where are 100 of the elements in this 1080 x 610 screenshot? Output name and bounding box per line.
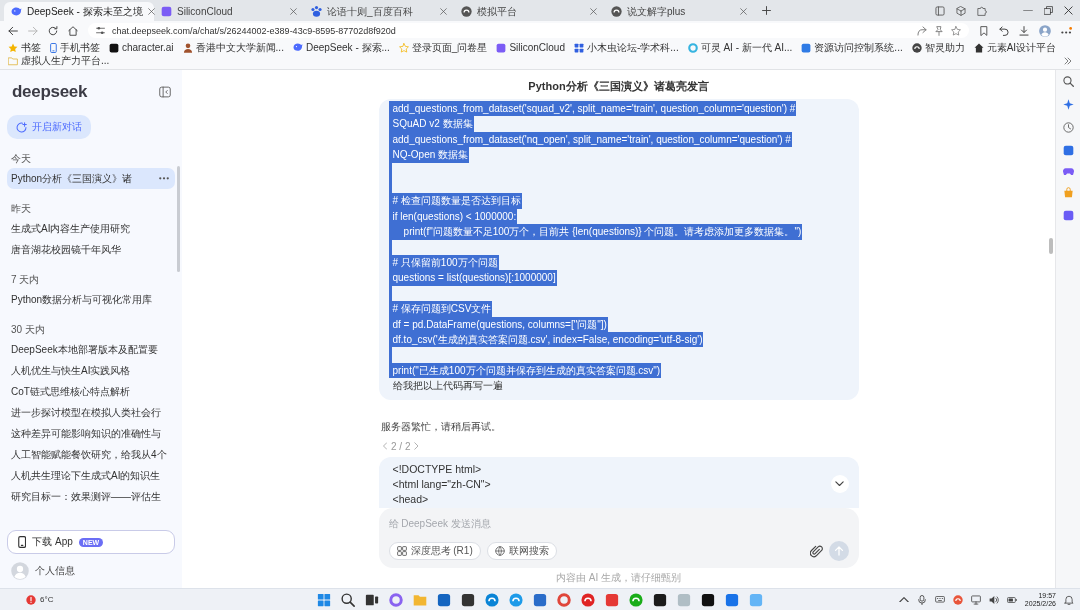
- bookmark[interactable]: 可灵 AI - 新一代 AI...: [687, 41, 793, 54]
- gamepad-icon[interactable]: [1062, 168, 1074, 176]
- browser-tab[interactable]: SiliconCloud: [154, 2, 304, 21]
- monitor-icon[interactable]: [970, 594, 981, 605]
- bookmark[interactable]: SiliconCloud: [496, 41, 565, 54]
- download-icon[interactable]: [1019, 25, 1029, 36]
- bookmark[interactable]: 元素AI设计平台: [973, 41, 1057, 54]
- tile-icon[interactable]: [677, 592, 691, 607]
- bookmark[interactable]: DeepSeek - 探索...: [292, 41, 390, 54]
- tile-icon[interactable]: [1062, 210, 1074, 222]
- share-icon[interactable]: [917, 25, 927, 36]
- toggle-button[interactable]: 联网搜索: [486, 542, 557, 560]
- history-item[interactable]: 人机共生理论下生成式AI的知识生: [7, 465, 175, 486]
- history-item[interactable]: CoT链式思维核心特点解析: [7, 381, 175, 402]
- restore-icon[interactable]: [1044, 6, 1053, 15]
- sparkle-icon[interactable]: [1062, 99, 1074, 110]
- microphone-icon[interactable]: [916, 594, 927, 605]
- circle-logo-icon[interactable]: [952, 594, 963, 605]
- toggle-button[interactable]: 深度思考 (R1): [388, 542, 481, 560]
- windows-logo-icon[interactable]: [317, 592, 331, 607]
- more-icon[interactable]: [1061, 27, 1072, 34]
- close-icon[interactable]: [440, 8, 447, 15]
- extension-icon[interactable]: [977, 5, 987, 16]
- star-icon[interactable]: [951, 25, 961, 36]
- caret-up-icon[interactable]: [898, 596, 909, 603]
- history-item[interactable]: 生成式AI内容生产使用研究: [7, 218, 175, 239]
- circle-logo-icon[interactable]: [629, 592, 643, 607]
- search-icon[interactable]: [1062, 76, 1074, 87]
- home-icon[interactable]: [68, 25, 78, 36]
- close-icon[interactable]: [740, 8, 747, 15]
- bookmark[interactable]: 虚拟人生产力平台...: [8, 54, 110, 67]
- scrollbar[interactable]: [1049, 238, 1053, 254]
- minimize-icon[interactable]: [1023, 9, 1033, 12]
- ring-icon[interactable]: [389, 592, 403, 607]
- close-icon[interactable]: [290, 8, 297, 15]
- profile-button[interactable]: 个人信息: [11, 562, 75, 580]
- history-item[interactable]: Python分析《三国演义》诸: [7, 168, 175, 189]
- more-icon[interactable]: [159, 177, 169, 180]
- collapse-sidebar-button[interactable]: [159, 86, 171, 98]
- close-icon[interactable]: [147, 8, 155, 15]
- tile-icon[interactable]: [461, 592, 475, 607]
- bookmark[interactable]: 资源访问控制系统...: [801, 41, 903, 54]
- circle-logo-icon[interactable]: [509, 592, 523, 607]
- reload-icon[interactable]: [48, 25, 58, 36]
- history-item[interactable]: 进一步探讨模型在模拟人类社会行: [7, 402, 175, 423]
- search-icon[interactable]: [341, 592, 355, 607]
- tile-icon[interactable]: [749, 592, 763, 607]
- speaker-icon[interactable]: [988, 594, 999, 605]
- history-item[interactable]: DeepSeek本地部署版本及配置要: [7, 339, 175, 360]
- history-item[interactable]: 人机优生与快生AI实践风格: [7, 360, 175, 381]
- tile-icon[interactable]: [701, 592, 715, 607]
- bookmark[interactable]: 小木虫论坛-学术科...: [574, 41, 679, 54]
- bookmark[interactable]: 登录页面_问卷星: [398, 41, 488, 54]
- battery-icon[interactable]: [1006, 596, 1017, 603]
- bookmark[interactable]: 手机书签: [50, 41, 100, 54]
- close-icon[interactable]: [590, 8, 597, 15]
- history-item[interactable]: 唐音湖花校园镜千年风华: [7, 239, 175, 260]
- message-input[interactable]: 给 DeepSeek 发送消息: [388, 516, 849, 531]
- history-item[interactable]: 研究目标一：效果测评——评估生: [7, 486, 175, 507]
- pin-icon[interactable]: [934, 25, 944, 36]
- cube-icon[interactable]: [956, 5, 966, 16]
- expand-button[interactable]: [830, 475, 849, 494]
- paperclip-icon[interactable]: [809, 544, 823, 558]
- bag-icon[interactable]: [1062, 187, 1074, 199]
- new-chat-button[interactable]: 开启新对话: [7, 115, 91, 139]
- ring-icon[interactable]: [557, 592, 571, 607]
- back-icon[interactable]: [8, 25, 18, 36]
- scrollbar[interactable]: [177, 166, 180, 272]
- task-view-icon[interactable]: [365, 592, 379, 607]
- bookmark[interactable]: 智灵助力: [911, 41, 965, 54]
- double-chevron-icon[interactable]: [1064, 56, 1072, 65]
- undo-icon[interactable]: [999, 25, 1009, 36]
- tile-icon[interactable]: [1062, 145, 1074, 156]
- clock-icon[interactable]: [1062, 122, 1074, 133]
- address-bar[interactable]: chat.deepseek.com/a/chat/s/26244002-e389-43c9-8595-87702d8f920d: [88, 23, 969, 38]
- browser-tab[interactable]: 论语十则_百度百科: [304, 2, 454, 21]
- tile-icon[interactable]: [605, 592, 619, 607]
- keyboard-icon[interactable]: [934, 596, 945, 603]
- tile-icon[interactable]: [533, 592, 547, 607]
- plus-icon[interactable]: [762, 6, 771, 15]
- notification-icon[interactable]: [1064, 594, 1074, 605]
- browser-tab[interactable]: DeepSeek - 探索未至之境: [4, 2, 154, 21]
- bookmark[interactable]: 香港中文大学新闻...: [182, 41, 284, 54]
- circle-logo-icon[interactable]: [581, 592, 595, 607]
- history-item[interactable]: 人工智能赋能餐饮研究，给我从4个: [7, 444, 175, 465]
- chevron-right-icon[interactable]: [414, 442, 419, 451]
- history-item[interactable]: Python数据分析与可视化常用库: [7, 289, 175, 310]
- history-item[interactable]: 这种差异可能影响知识的准确性与: [7, 423, 175, 444]
- bookmark-icon[interactable]: [979, 25, 989, 36]
- panel-icon[interactable]: [935, 5, 945, 16]
- weather-text[interactable]: 6°C: [40, 595, 54, 604]
- close-icon[interactable]: [1064, 6, 1073, 15]
- browser-tab[interactable]: 说文解字plus: [604, 2, 754, 21]
- bookmark[interactable]: 书签: [8, 41, 41, 54]
- browser-tab[interactable]: 模拟平台: [454, 2, 604, 21]
- tile-icon[interactable]: [725, 592, 739, 607]
- avatar-icon[interactable]: [1039, 24, 1051, 37]
- alert-icon[interactable]: [26, 594, 36, 605]
- bookmark[interactable]: character.ai: [108, 41, 174, 54]
- circle-logo-icon[interactable]: [485, 592, 499, 607]
